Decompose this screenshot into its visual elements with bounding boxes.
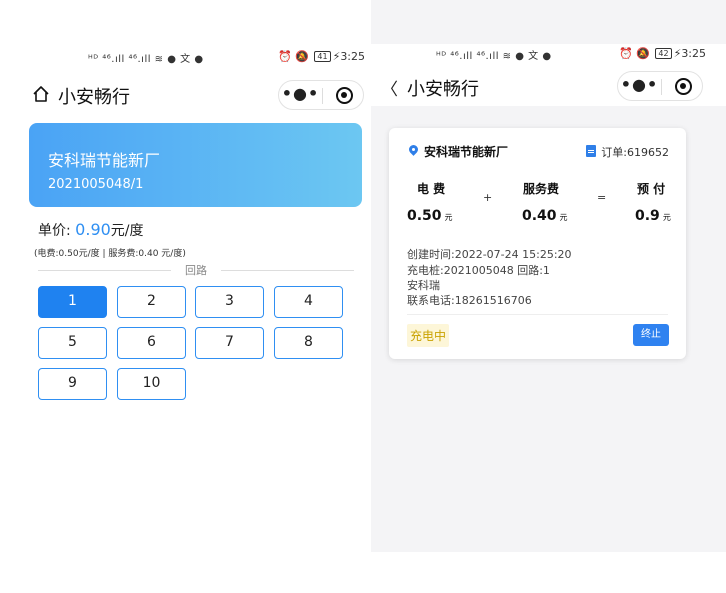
clock: 3:25 [681, 47, 707, 60]
signal-icons: ᴴᴰ ⁴⁶.ıll ⁴⁶.ıll ≋ ● 文 ● [88, 54, 204, 65]
loop-button-1[interactable]: 1 [38, 286, 107, 318]
contact-phone: 联系电话:18261516706 [407, 294, 532, 307]
more-icon[interactable]: •●• [618, 75, 661, 94]
status-bar: ᴴᴰ ⁴⁶.ıll ⁴⁶.ıll ≋ ● 文 ● ⏰ 🔕 42 ⚡3:25 [371, 44, 726, 66]
close-miniprogram-icon[interactable] [675, 78, 692, 95]
loop-button-9[interactable]: 9 [38, 368, 107, 400]
pile-info: 充电桩:2021005048 回路:1 [407, 264, 550, 277]
close-miniprogram-icon[interactable] [336, 87, 353, 104]
back-icon[interactable]: 〈 [381, 75, 398, 100]
clock: 3:25 [340, 50, 366, 63]
elec-fee-value: 0.50 元 [407, 208, 453, 224]
station-card: 安科瑞节能新厂 2021005048/1 [29, 123, 362, 207]
alarm-mute-icons: ⏰ 🔕 [619, 47, 650, 60]
home-icon[interactable] [32, 85, 50, 103]
price-unit: 元/度 [110, 223, 144, 239]
price-label: 单价: [38, 223, 71, 239]
alarm-mute-icons: ⏰ 🔕 [278, 50, 309, 63]
station-serial: 2021005048/1 [48, 177, 144, 192]
signal-icons: ᴴᴰ ⁴⁶.ıll ⁴⁶.ıll ≋ ● 文 ● [436, 51, 552, 62]
stop-charging-button[interactable]: 终止 [633, 324, 669, 346]
price-value: 0.90 [75, 220, 111, 239]
prepay-label: 预 付 [637, 182, 666, 196]
right-screen: ᴴᴰ ⁴⁶.ıll ⁴⁶.ıll ≋ ● 文 ● ⏰ 🔕 42 ⚡3:25 〈 小… [371, 0, 726, 552]
prepay-value: 0.9 元 [635, 208, 671, 224]
company-name: 安科瑞 [407, 279, 440, 292]
loop-divider: 回路 [38, 262, 354, 278]
order-card: 安科瑞节能新厂 订单:619652 电 费 0.50 元 + 服务费 0.40 元 … [389, 128, 686, 359]
order-station: 安科瑞节能新厂 [409, 143, 508, 160]
elec-fee-label: 电 费 [417, 182, 446, 196]
unit-price: 单价: 0.90元/度 [38, 220, 144, 240]
loop-button-2[interactable]: 2 [117, 286, 186, 318]
battery-icon: 41 [314, 51, 331, 62]
loop-button-3[interactable]: 3 [195, 286, 264, 318]
mini-program-capsule: •●• [617, 71, 703, 101]
loop-button-4[interactable]: 4 [274, 286, 343, 318]
nav-bar: 小安畅行 •●• [0, 78, 370, 114]
price-detail: (电费:0.50元/度 | 服务费:0.40 元/度) [34, 249, 186, 259]
created-time: 创建时间:2022-07-24 15:25:20 [407, 248, 572, 261]
page-title: 小安畅行 [58, 87, 130, 108]
status-badge: 充电中 [407, 324, 450, 347]
left-screen: ᴴᴰ ⁴⁶.ıll ⁴⁶.ıll ≋ ● 文 ● ⏰ 🔕 41 ⚡3:25 小安畅… [0, 0, 370, 593]
document-icon [586, 145, 597, 157]
loop-button-7[interactable]: 7 [195, 327, 264, 359]
loop-button-5[interactable]: 5 [38, 327, 107, 359]
service-fee-label: 服务费 [523, 182, 560, 196]
loop-button-8[interactable]: 8 [274, 327, 343, 359]
location-pin-icon [409, 145, 418, 157]
equals-sign: = [597, 191, 607, 204]
service-fee-value: 0.40 元 [522, 208, 568, 224]
station-name: 安科瑞节能新厂 [48, 151, 161, 170]
order-number: 订单:619652 [586, 144, 669, 160]
status-right: ⏰ 🔕 41 ⚡3:25 [278, 50, 365, 63]
more-icon[interactable]: •●• [279, 84, 322, 103]
order-station-name: 安科瑞节能新厂 [424, 145, 509, 159]
status-right: ⏰ 🔕 42 ⚡3:25 [619, 47, 706, 60]
order-number-value: 619652 [627, 146, 669, 159]
status-bar: ᴴᴰ ⁴⁶.ıll ⁴⁶.ıll ≋ ● 文 ● ⏰ 🔕 41 ⚡3:25 [0, 48, 370, 68]
nav-bar: 〈 小安畅行 •●• [371, 66, 726, 106]
loop-button-6[interactable]: 6 [117, 327, 186, 359]
page-title: 小安畅行 [407, 79, 479, 100]
loop-button-10[interactable]: 10 [117, 368, 186, 400]
plus-sign: + [483, 191, 493, 204]
battery-icon: 42 [655, 48, 672, 59]
mini-program-capsule: •●• [278, 80, 364, 110]
